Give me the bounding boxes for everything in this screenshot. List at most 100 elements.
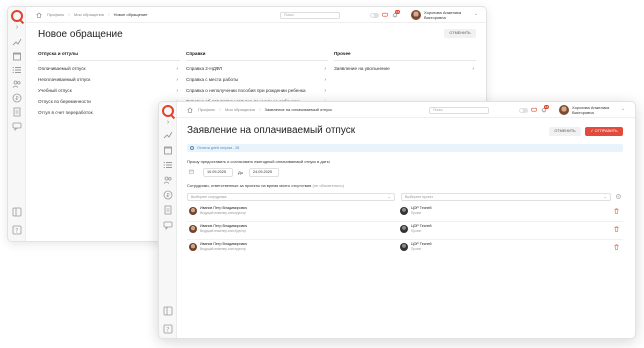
chevron-down-icon: ⌄ <box>603 194 607 199</box>
breadcrumb-separator: › <box>68 11 70 18</box>
user-name[interactable]: Хорохова Анжелика Викторовна <box>572 105 609 115</box>
chat-bubble-icon[interactable] <box>531 107 537 113</box>
project-type: Проект <box>411 229 422 233</box>
help-icon[interactable]: ? <box>12 225 22 235</box>
chevron-right-icon: › <box>324 65 326 72</box>
chevron-down-icon[interactable]: ⌄ <box>474 11 478 17</box>
date-to-input[interactable]: 24.09.2025 <box>249 168 279 177</box>
link-label: Оплачиваемый отпуск <box>38 66 86 71</box>
collapse-icon[interactable] <box>12 207 22 217</box>
add-row-button[interactable]: + <box>616 194 621 199</box>
project-avatar <box>400 225 408 233</box>
home-icon[interactable] <box>187 107 193 113</box>
employee-role: Ведущий инженер-конструктор <box>200 211 246 215</box>
user-avatar[interactable] <box>559 105 569 115</box>
link-label: Справка о неполучении пособия при рожден… <box>186 88 306 93</box>
responsible-label: Сотрудники, ответственные за проекты на … <box>187 183 344 188</box>
link-employment-certificate[interactable]: Справка с места работы › <box>186 74 328 85</box>
theme-toggle[interactable] <box>370 13 379 18</box>
employee-select-placeholder: Выберите сотрудника <box>191 195 227 199</box>
ruble-icon[interactable]: ₽ <box>12 93 22 103</box>
column-title-certificates: Справки <box>186 51 206 56</box>
search-input[interactable]: Поиск <box>280 12 340 19</box>
project-name: ЦОР Тесней <box>411 242 432 246</box>
building-icon[interactable] <box>163 145 173 155</box>
expand-sidebar-icon[interactable]: › <box>164 119 172 127</box>
list-icon[interactable] <box>12 65 22 75</box>
search-input[interactable]: Поиск <box>429 107 489 114</box>
table-row: Иванов Петр Владимирович Ведущий инженер… <box>189 242 389 254</box>
collapse-icon[interactable] <box>163 306 173 316</box>
people-icon[interactable] <box>12 79 22 89</box>
chevron-right-icon: › <box>176 65 178 72</box>
link-resignation[interactable]: Заявление на увольнение › <box>334 63 476 74</box>
building-icon[interactable] <box>12 51 22 61</box>
page-title: Новое обращение <box>38 29 123 40</box>
chat-icon[interactable] <box>163 220 173 230</box>
front-window: › ₽ ? Профиль › Мои обращения › Заявлени… <box>158 101 636 339</box>
expand-sidebar-icon[interactable]: › <box>13 24 21 32</box>
date-from-input[interactable]: 10.09.2025 <box>203 168 233 177</box>
ruble-icon[interactable]: ₽ <box>163 190 173 200</box>
breadcrumb-profile[interactable]: Профиль <box>198 107 215 112</box>
date-to-label: До <box>238 170 243 175</box>
divider <box>187 221 623 222</box>
user-name-line2: Викторовна <box>572 110 594 115</box>
breadcrumb-my-requests[interactable]: Мои обращения <box>74 12 104 17</box>
employee-name: Иванов Петр Владимирович <box>200 242 248 246</box>
column-title-leave: Отпуска и отгулы <box>38 51 79 56</box>
breadcrumb-profile[interactable]: Профиль <box>47 12 64 17</box>
help-icon[interactable]: ? <box>163 324 173 334</box>
submit-button[interactable]: ✓ ОТПРАВИТЬ <box>585 127 623 136</box>
user-avatar[interactable] <box>411 10 421 20</box>
chart-icon[interactable] <box>12 37 22 47</box>
project-cell: ЦОР Тесней Проект <box>400 224 500 236</box>
trash-icon[interactable] <box>614 208 619 214</box>
link-paid-leave[interactable]: Оплачиваемый отпуск › <box>38 63 180 74</box>
sidebar: › ₽ ? <box>159 102 177 338</box>
divider <box>38 60 180 61</box>
home-icon[interactable] <box>36 12 42 18</box>
chart-icon[interactable] <box>163 130 173 140</box>
logo-icon[interactable] <box>162 105 174 117</box>
employee-avatar <box>189 207 197 215</box>
link-birth-allowance[interactable]: Справка о неполучении пособия при рожден… <box>186 85 328 96</box>
employee-role: Ведущий инженер-конструктор <box>200 247 246 251</box>
table-row: Иванов Петр Владимирович Ведущий инженер… <box>189 224 389 236</box>
link-study-leave[interactable]: Учебный отпуск › <box>38 85 180 96</box>
document-icon[interactable] <box>12 107 22 117</box>
project-type: Проект <box>411 211 422 215</box>
breadcrumb-current: Новое обращение <box>113 12 148 17</box>
people-icon[interactable] <box>163 175 173 185</box>
trash-icon[interactable] <box>614 226 619 232</box>
project-select[interactable]: Выберите проект ⌄ <box>401 193 611 201</box>
theme-toggle[interactable] <box>519 108 528 113</box>
list-icon[interactable] <box>163 160 173 170</box>
page-title: Заявление на оплачиваемый отпуск <box>187 125 356 136</box>
calendar-icon[interactable] <box>189 169 194 174</box>
breadcrumb-separator: › <box>107 11 110 18</box>
link-unpaid-leave[interactable]: Неоплачиваемый отпуск › <box>38 74 180 85</box>
project-type: Проект <box>411 247 422 251</box>
trash-icon[interactable] <box>614 244 619 250</box>
employee-select[interactable]: Выберите сотрудника ⌄ <box>187 193 395 201</box>
link-label: Отпуск по беременности <box>38 99 91 104</box>
responsible-label-text: Сотрудники, ответственные за проекты на … <box>187 183 312 188</box>
project-cell: ЦОР Тесней Проект <box>400 242 500 254</box>
document-icon[interactable] <box>163 205 173 215</box>
link-2ndfl[interactable]: Справка 2-НДФЛ › <box>186 63 328 74</box>
logo-icon[interactable] <box>11 10 23 22</box>
chat-icon[interactable] <box>12 121 22 131</box>
chat-bubble-icon[interactable] <box>382 12 388 18</box>
breadcrumb-my-requests[interactable]: Мои обращения <box>225 107 255 112</box>
chevron-right-icon: › <box>176 87 178 94</box>
user-name[interactable]: Хорохова Анжелика Викторовна <box>424 10 461 20</box>
cancel-button[interactable]: ОТМЕНИТЬ <box>444 29 476 38</box>
table-row: Иванов Петр Владимирович Ведущий инженер… <box>189 206 389 218</box>
divider <box>187 239 623 240</box>
cancel-button[interactable]: ОТМЕНИТЬ <box>549 127 581 136</box>
chevron-right-icon: › <box>176 76 178 83</box>
link-label: Справка 2-НДФЛ <box>186 66 223 71</box>
chevron-down-icon[interactable]: ⌄ <box>621 106 625 112</box>
column-title-other: Прочее <box>334 51 351 56</box>
